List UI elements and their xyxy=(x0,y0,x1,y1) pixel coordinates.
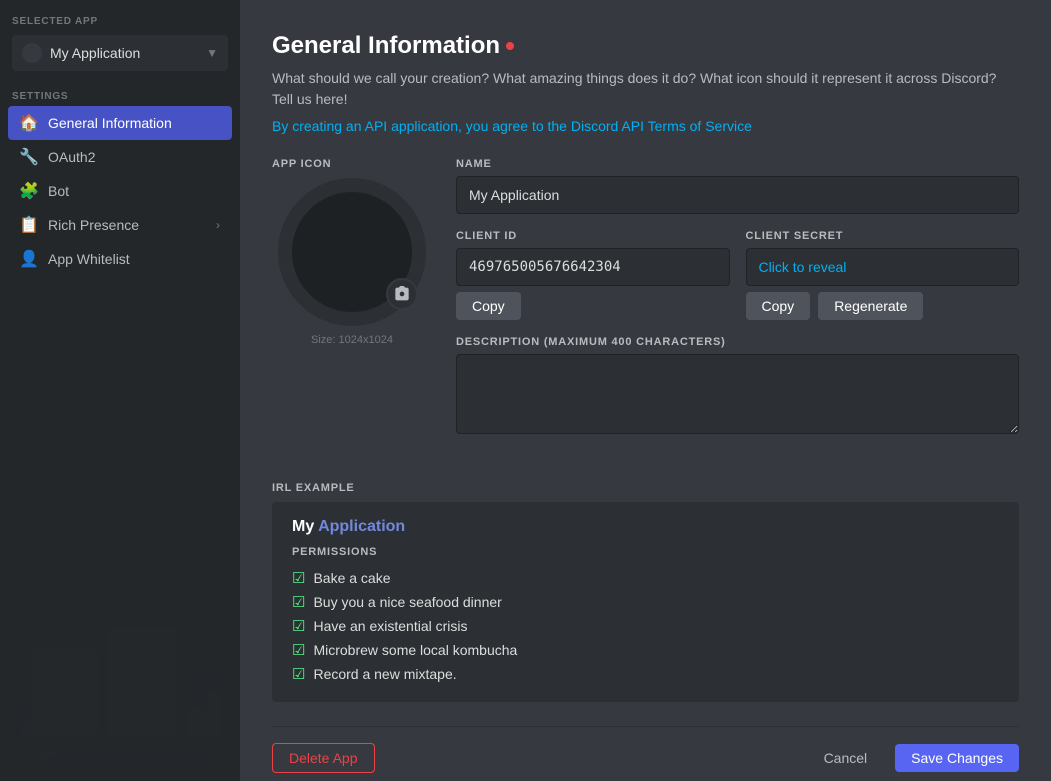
list-item: ☑ Buy you a nice seafood dinner xyxy=(292,590,999,614)
permission-text: Buy you a nice seafood dinner xyxy=(313,594,501,610)
delete-app-button[interactable]: Delete App xyxy=(272,743,375,773)
app-fields-section: NAME CLIENT ID 469765005676642304 Copy C… xyxy=(456,158,1019,458)
name-label: NAME xyxy=(456,158,1019,170)
user-icon: 👤 xyxy=(20,250,38,268)
puzzle-icon: 🧩 xyxy=(20,182,38,200)
app-icon-upload[interactable] xyxy=(278,178,426,326)
app-icon-section: APP ICON Size: 1024x1024 xyxy=(272,158,432,458)
save-changes-button[interactable]: Save Changes xyxy=(895,744,1019,772)
sidebar-item-oauth2[interactable]: 🔧 OAuth2 xyxy=(8,140,232,174)
irl-permissions-list: ☑ Bake a cake ☑ Buy you a nice seafood d… xyxy=(292,566,999,686)
client-id-btn-row: Copy xyxy=(456,292,730,320)
list-item: ☑ Bake a cake xyxy=(292,566,999,590)
irl-label: IRL EXAMPLE xyxy=(272,482,1019,494)
app-selector-name: My Application xyxy=(50,45,140,61)
sidebar: SELECTED APP My Application ▼ SETTINGS 🏠… xyxy=(0,0,240,781)
chevron-right-icon: › xyxy=(216,218,220,232)
subtitle-line2: Tell us here! xyxy=(272,91,347,107)
client-secret-copy-button[interactable]: Copy xyxy=(746,292,811,320)
description-label: DESCRIPTION (MAXIMUM 400 CHARACTERS) xyxy=(456,336,1019,348)
check-icon: ☑ xyxy=(292,665,305,683)
icon-and-name-row: APP ICON Size: 1024x1024 NAME xyxy=(272,158,1019,458)
settings-label: SETTINGS xyxy=(0,79,240,106)
check-icon: ☑ xyxy=(292,593,305,611)
app-icon-size: Size: 1024x1024 xyxy=(311,334,393,346)
page-title-container: General Information xyxy=(272,32,1019,60)
name-input[interactable] xyxy=(456,176,1019,214)
check-icon: ☑ xyxy=(292,569,305,587)
irl-section: IRL EXAMPLE My Application PERMISSIONS ☑… xyxy=(272,482,1019,702)
client-secret-btn-row: Copy Regenerate xyxy=(746,292,1020,320)
app-selector-dropdown[interactable]: My Application ▼ xyxy=(12,35,228,71)
main-content: General Information What should we call … xyxy=(240,0,1051,781)
page-title-text: General Information xyxy=(272,32,500,60)
client-secret-group: CLIENT SECRET Click to reveal Copy Regen… xyxy=(746,230,1020,320)
cancel-button[interactable]: Cancel xyxy=(808,744,884,772)
client-secret-reveal[interactable]: Click to reveal xyxy=(746,248,1020,286)
wrench-icon: 🔧 xyxy=(20,148,38,166)
app-icon-label: APP ICON xyxy=(272,158,331,170)
client-id-group: CLIENT ID 469765005676642304 Copy xyxy=(456,230,730,320)
list-item: ☑ Record a new mixtape. xyxy=(292,662,999,686)
sidebar-item-general-information[interactable]: 🏠 General Information xyxy=(8,106,232,140)
permission-text: Bake a cake xyxy=(313,570,390,586)
description-field-group: DESCRIPTION (MAXIMUM 400 CHARACTERS) xyxy=(456,336,1019,434)
footer: Delete App Cancel Save Changes xyxy=(272,726,1019,781)
irl-app-name-highlight: Application xyxy=(318,518,405,535)
client-secret-regenerate-button[interactable]: Regenerate xyxy=(818,292,923,320)
footer-right: Cancel Save Changes xyxy=(808,744,1019,772)
sidebar-item-app-whitelist[interactable]: 👤 App Whitelist xyxy=(8,242,232,276)
sidebar-item-label-rich-presence: Rich Presence xyxy=(48,217,139,233)
check-icon: ☑ xyxy=(292,641,305,659)
chevron-down-icon: ▼ xyxy=(206,46,218,60)
irl-permissions-label: PERMISSIONS xyxy=(292,546,999,558)
sidebar-item-label-oauth2: OAuth2 xyxy=(48,149,95,165)
clipboard-icon: 📋 xyxy=(20,216,38,234)
id-secret-row: CLIENT ID 469765005676642304 Copy CLIENT… xyxy=(456,230,1019,320)
permission-text: Record a new mixtape. xyxy=(313,666,456,682)
permission-text: Microbrew some local kombucha xyxy=(313,642,517,658)
app-icon-small xyxy=(22,43,42,63)
sidebar-item-label-general: General Information xyxy=(48,115,172,131)
client-id-value: 469765005676642304 xyxy=(456,248,730,286)
camera-icon xyxy=(386,278,418,310)
client-secret-label: CLIENT SECRET xyxy=(746,230,1020,242)
sidebar-item-rich-presence[interactable]: 📋 Rich Presence › xyxy=(8,208,232,242)
page-subtitle: What should we call your creation? What … xyxy=(272,68,1019,110)
client-id-copy-button[interactable]: Copy xyxy=(456,292,521,320)
irl-box: My Application PERMISSIONS ☑ Bake a cake… xyxy=(272,502,1019,702)
irl-app-name: My Application xyxy=(292,518,999,536)
tos-link[interactable]: By creating an API application, you agre… xyxy=(272,118,1019,134)
sidebar-nav: 🏠 General Information 🔧 OAuth2 🧩 Bot 📋 R… xyxy=(0,106,240,276)
list-item: ☑ Have an existential crisis xyxy=(292,614,999,638)
list-item: ☑ Microbrew some local kombucha xyxy=(292,638,999,662)
selected-app-label: SELECTED APP xyxy=(12,16,228,27)
title-dot-icon xyxy=(506,42,514,50)
name-field-group: NAME xyxy=(456,158,1019,214)
permission-text: Have an existential crisis xyxy=(313,618,467,634)
sidebar-item-label-whitelist: App Whitelist xyxy=(48,251,130,267)
bg-decoration xyxy=(0,531,240,781)
check-icon: ☑ xyxy=(292,617,305,635)
client-id-label: CLIENT ID xyxy=(456,230,730,242)
sidebar-item-label-bot: Bot xyxy=(48,183,69,199)
selected-app-section: SELECTED APP My Application ▼ xyxy=(0,0,240,79)
subtitle-line1: What should we call your creation? What … xyxy=(272,70,996,86)
description-textarea[interactable] xyxy=(456,354,1019,434)
home-icon: 🏠 xyxy=(20,114,38,132)
sidebar-item-bot[interactable]: 🧩 Bot xyxy=(8,174,232,208)
